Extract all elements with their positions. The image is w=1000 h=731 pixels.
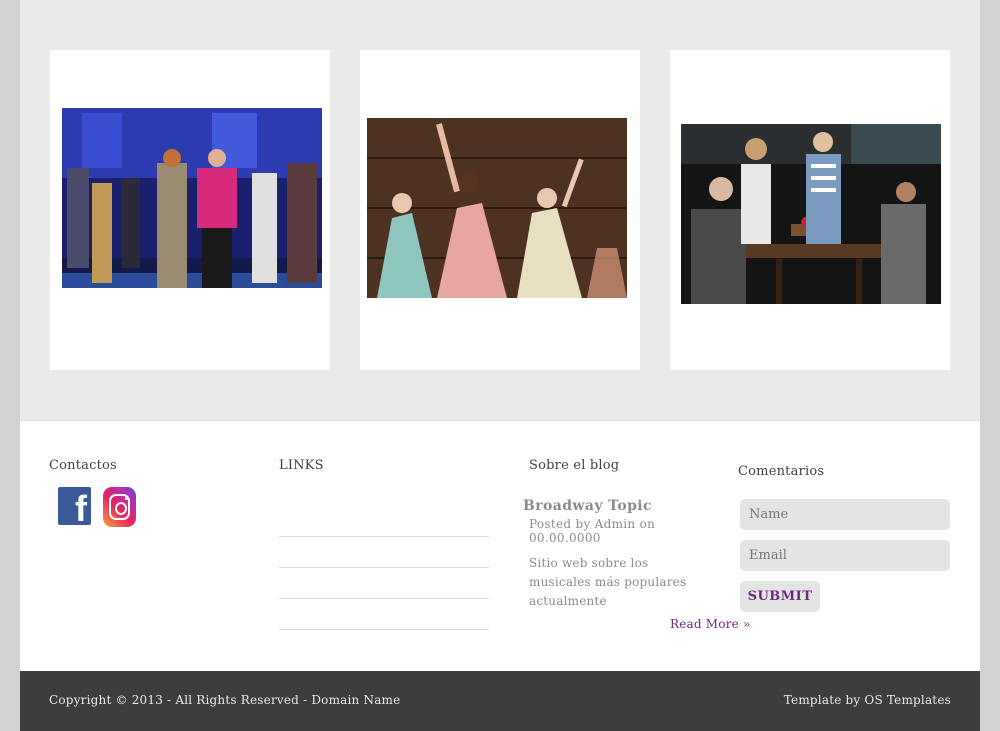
post-title[interactable]: Broadway Topic (503, 498, 723, 514)
comments-column: Comentarios SUBMIT (738, 464, 950, 612)
contact-column: Contactos f (49, 458, 259, 527)
links-list-item[interactable] (279, 568, 489, 599)
links-list-item[interactable] (279, 496, 489, 537)
gallery-card (360, 50, 640, 370)
copyright-text: Copyright © 2013 - All Rights Reserved -… (49, 693, 401, 707)
facebook-icon[interactable]: f (58, 487, 91, 527)
copyright-bar: Copyright © 2013 - All Rights Reserved -… (20, 671, 980, 731)
gallery-photo[interactable] (367, 118, 627, 298)
gallery-section (20, 0, 980, 421)
post-body: Sitio web sobre los musicales más popula… (529, 556, 687, 608)
post-meta: Posted by Admin on 00.00.0000 (529, 517, 656, 545)
gallery-photo[interactable] (62, 108, 322, 288)
links-title: LINKS (279, 458, 324, 473)
page-wrapper: Contactos f LINKS Sobre el blog Broadway… (20, 0, 980, 731)
email-input[interactable] (740, 540, 950, 571)
gallery-photo[interactable] (681, 124, 941, 304)
blog-title: Sobre el blog (529, 458, 620, 473)
links-list-item[interactable] (279, 599, 489, 630)
comments-title: Comentarios (738, 464, 825, 479)
gallery-card (50, 50, 330, 370)
name-input[interactable] (740, 499, 950, 530)
blog-column: Sobre el blog Broadway Topic Posted by A… (503, 458, 723, 611)
instagram-icon[interactable] (103, 487, 136, 527)
submit-button[interactable]: SUBMIT (740, 581, 820, 612)
contact-title: Contactos (49, 458, 117, 473)
links-list (279, 496, 489, 630)
template-credit[interactable]: Template by OS Templates (784, 693, 951, 707)
links-list-item[interactable] (279, 537, 489, 568)
social-links: f (49, 487, 259, 527)
gallery-card (670, 50, 950, 370)
links-column: LINKS (279, 458, 489, 630)
read-more-link[interactable]: Read More » (670, 617, 751, 631)
